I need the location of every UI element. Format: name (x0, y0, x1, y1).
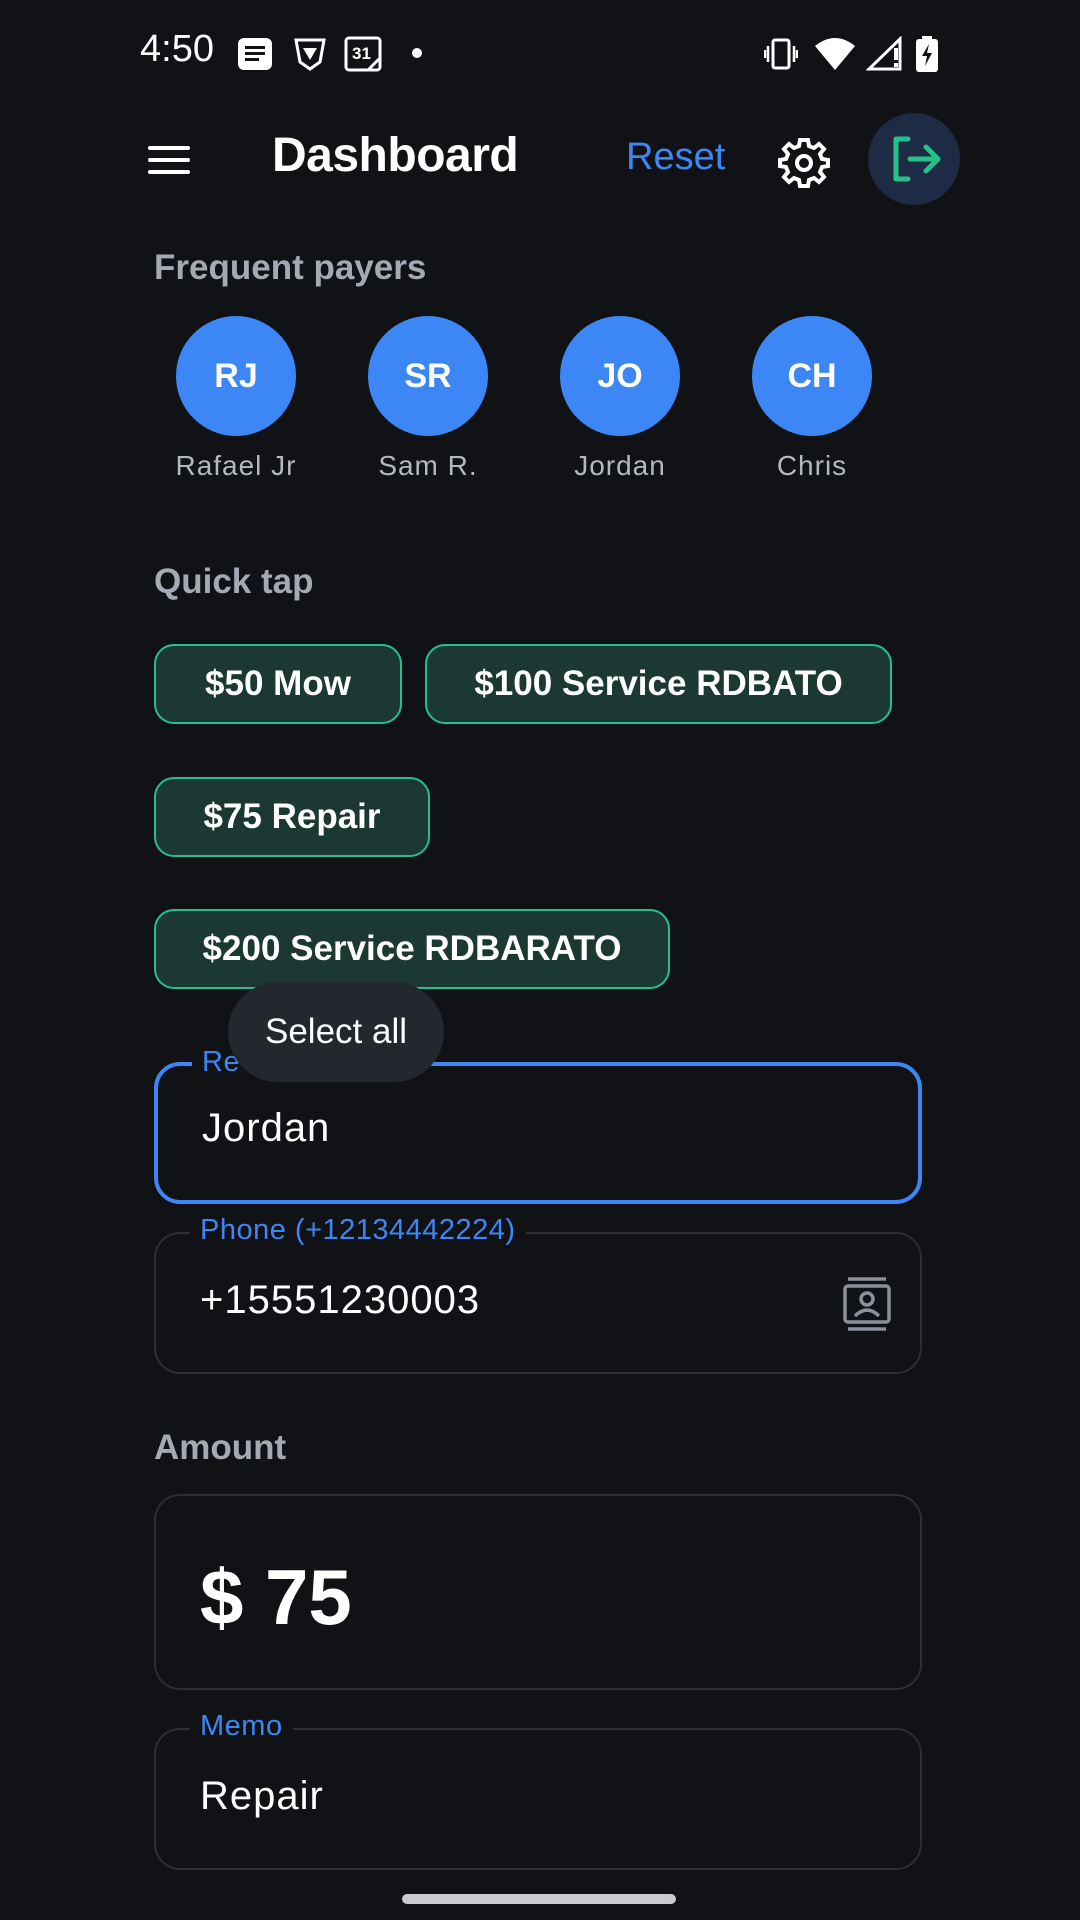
contacts-icon[interactable] (842, 1276, 892, 1332)
wifi-icon (815, 38, 855, 70)
quick-tap-chip[interactable]: $200 Service RDBARATO (154, 909, 670, 989)
logout-icon (893, 136, 941, 182)
quick-tap-chip[interactable]: $100 Service RDBATO (425, 644, 892, 724)
payer-chris[interactable]: CH Chris (732, 316, 892, 482)
notification-dot (412, 48, 422, 58)
amount-input[interactable]: $ 75 (200, 1552, 352, 1643)
settings-icon[interactable] (778, 136, 830, 188)
payer-name: Jordan (574, 450, 666, 481)
quick-tap-chip[interactable]: $75 Repair (154, 777, 430, 857)
payer-name: Sam R. (378, 450, 478, 481)
menu-icon[interactable] (148, 140, 194, 180)
avatar: JO (560, 316, 680, 436)
select-all-tooltip[interactable]: Select all (228, 982, 444, 1082)
amount-field[interactable]: $ 75 (154, 1494, 922, 1690)
recipient-field[interactable]: Re Jordan (154, 1046, 922, 1204)
frequent-payers-label: Frequent payers (154, 248, 427, 287)
status-time: 4:50 (140, 28, 214, 70)
signal-icon (866, 36, 902, 71)
phone-label: Phone (+12134442224) (190, 1214, 526, 1247)
phone-input[interactable]: +15551230003 (200, 1278, 480, 1323)
message-icon (238, 38, 272, 70)
quick-tap-label: Quick tap (154, 562, 314, 601)
vibrate-icon (764, 38, 798, 70)
payer-name: Chris (776, 450, 848, 481)
avatar: RJ (176, 316, 296, 436)
memo-input[interactable]: Repair (200, 1774, 324, 1819)
page-title: Dashboard (272, 129, 519, 182)
payer-jordan[interactable]: JO Jordan (540, 316, 700, 482)
memo-field[interactable]: Memo Repair (154, 1710, 922, 1870)
vpn-shield-icon (294, 38, 326, 71)
battery-charging-icon (916, 36, 938, 72)
avatar: CH (752, 316, 872, 436)
quick-tap-chip[interactable]: $50 Mow (154, 644, 402, 724)
recipient-input[interactable]: Jordan (202, 1106, 330, 1151)
calendar-icon: 31 (344, 36, 382, 72)
calendar-day: 31 (352, 44, 371, 63)
memo-label: Memo (190, 1710, 293, 1743)
payer-rafael-jr[interactable]: RJ Rafael Jr (156, 316, 316, 482)
logout-button[interactable] (868, 113, 960, 205)
amount-label: Amount (154, 1428, 287, 1467)
reset-button[interactable]: Reset (626, 136, 725, 179)
payer-name: Rafael Jr (175, 450, 297, 481)
avatar: SR (368, 316, 488, 436)
phone-field[interactable]: Phone (+12134442224) +15551230003 (154, 1214, 922, 1374)
home-indicator[interactable] (402, 1894, 676, 1904)
payer-sam-r[interactable]: SR Sam R. (348, 316, 508, 482)
